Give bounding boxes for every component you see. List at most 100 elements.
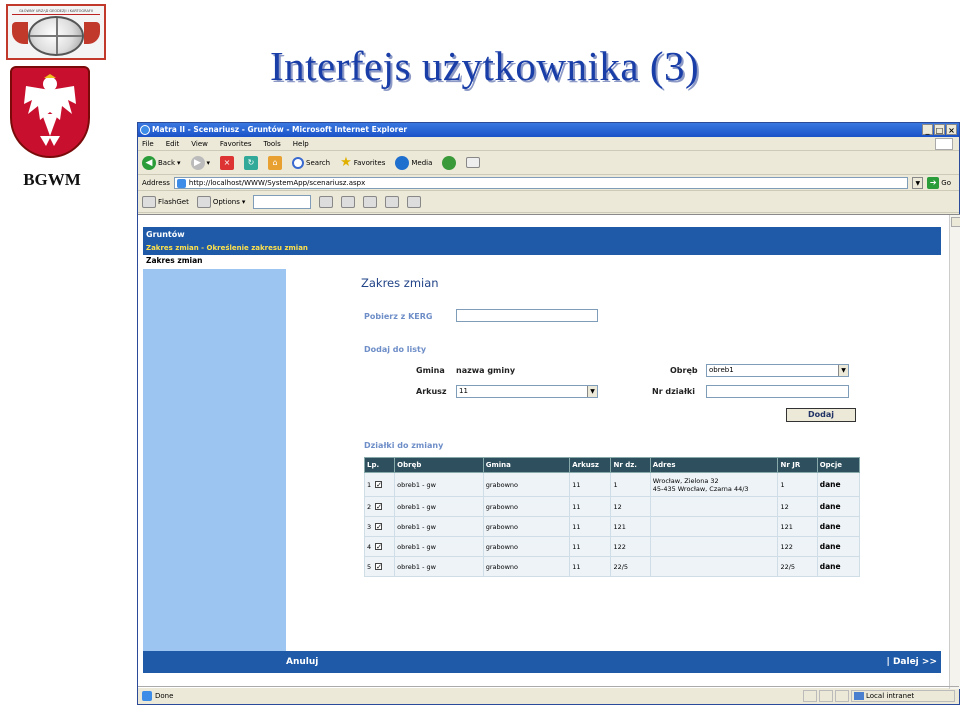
main-panel: Zakres zmian Pobierz z KERG Dodaj do lis… xyxy=(286,269,941,651)
kerg-label: Pobierz z KERG xyxy=(364,312,433,321)
flashget-input[interactable] xyxy=(253,194,312,209)
eagle-crest-icon xyxy=(10,66,90,158)
ie-icon xyxy=(140,125,150,135)
row-checkbox[interactable]: ✓ xyxy=(375,481,383,489)
copy-icon[interactable] xyxy=(363,195,378,208)
page-done-icon xyxy=(142,690,152,701)
back-button[interactable]: ◀ Back ▾ xyxy=(142,155,181,170)
search-icon xyxy=(292,156,305,169)
media-button[interactable]: Media xyxy=(395,155,432,170)
row-dane-link[interactable]: dane xyxy=(816,536,861,557)
mail-icon[interactable] xyxy=(466,157,481,168)
menu-edit[interactable]: Edit xyxy=(166,137,180,150)
address-dropdown-icon[interactable]: ▼ xyxy=(912,176,924,189)
forward-arrow-icon: ▶ xyxy=(190,155,205,170)
next-link[interactable]: | Dalej >> xyxy=(887,651,937,673)
window-title: Matra II - Scenariusz - Gruntów - Micros… xyxy=(152,125,408,134)
menu-favorites[interactable]: Favorites xyxy=(220,137,252,150)
row-dane-link[interactable]: dane xyxy=(816,556,861,577)
obreb-label: Obręb xyxy=(670,366,698,375)
row-checkbox[interactable]: ✓ xyxy=(375,503,383,511)
row-checkbox[interactable]: ✓ xyxy=(375,543,383,551)
col-obreb: Obręb xyxy=(394,457,484,473)
left-sidebar xyxy=(143,269,286,651)
section-heading: Zakres zmian xyxy=(146,256,203,265)
status-bar: Done Local intranet xyxy=(138,686,959,704)
search-button[interactable]: Search xyxy=(292,156,330,169)
back-arrow-icon: ◀ xyxy=(142,155,156,170)
add-button[interactable]: Dodaj xyxy=(786,408,856,422)
table-row: 3 ✓ obreb1 - gw grabowno 11 121 121 dane xyxy=(363,516,861,537)
org-label: BGWM xyxy=(23,170,81,189)
page-footer: Anuluj | Dalej >> xyxy=(143,651,941,673)
home-small-icon[interactable] xyxy=(407,195,422,208)
print-icon[interactable] xyxy=(385,195,400,208)
address-label: Address xyxy=(142,178,170,187)
window-titlebar[interactable]: Matra II - Scenariusz - Gruntów - Micros… xyxy=(138,123,959,137)
flashget-button[interactable]: FlashGet xyxy=(142,195,189,208)
header-title: Gruntów xyxy=(146,230,185,239)
arkusz-select[interactable]: 11 ▼ xyxy=(456,385,598,398)
forward-button[interactable]: ▶ ▾ xyxy=(190,155,210,170)
intranet-icon xyxy=(854,691,864,700)
options-button[interactable]: Options ▾ xyxy=(196,195,245,208)
logo-band: GŁÓWNY URZĄD GEODEZJI I KARTOGRAFII xyxy=(12,7,100,15)
status-text: Done xyxy=(155,691,174,700)
col-opcje: Opcje xyxy=(816,457,861,473)
col-gmina: Gmina xyxy=(482,457,571,473)
row-dane-link[interactable]: dane xyxy=(816,516,861,537)
row-checkbox[interactable]: ✓ xyxy=(375,523,383,531)
row-checkbox[interactable]: ✓ xyxy=(375,563,383,571)
minimize-button[interactable]: _ xyxy=(922,124,933,135)
gmina-value: nazwa gminy xyxy=(456,366,516,375)
table-row: 5 ✓ obreb1 - gw grabowno 11 22/5 22/5 dan… xyxy=(363,556,861,577)
obreb-select[interactable]: obreb1 ▼ xyxy=(706,364,849,377)
list-section-label: Działki do zmiany xyxy=(364,441,444,450)
cancel-link[interactable]: Anuluj xyxy=(286,651,318,673)
close-button[interactable]: × xyxy=(946,124,957,135)
table-row: 2 ✓ obreb1 - gw grabowno 11 12 12 dane xyxy=(363,496,861,517)
chevron-down-icon[interactable]: ▼ xyxy=(838,365,848,376)
chevron-down-icon[interactable]: ▼ xyxy=(587,386,597,397)
row-dane-link[interactable]: dane xyxy=(816,472,861,497)
history-icon[interactable] xyxy=(442,155,457,170)
security-zone: Local intranet xyxy=(851,689,955,702)
menu-help[interactable]: Help xyxy=(293,137,309,150)
slide-title: Interfejs użytkownika (3) xyxy=(270,43,700,89)
menu-view[interactable]: View xyxy=(191,137,208,150)
menu-bar: File Edit View Favorites Tools Help xyxy=(138,137,959,151)
windows-logo-icon xyxy=(935,138,953,150)
nrdz-label: Nr działki xyxy=(652,387,695,396)
go-button[interactable]: ➔ Go xyxy=(927,176,959,189)
stop-icon[interactable]: × xyxy=(220,155,235,170)
arkusz-label: Arkusz xyxy=(416,387,447,396)
standard-toolbar: ◀ Back ▾ ▶ ▾ × ↻ ⌂ Search ★ Favorites Medi… xyxy=(138,151,959,175)
grid-icon[interactable] xyxy=(341,195,356,208)
col-arkusz: Arkusz xyxy=(569,457,612,473)
favorites-button[interactable]: ★ Favorites xyxy=(340,155,385,170)
kerg-input[interactable] xyxy=(456,309,598,322)
flashget-toolbar: FlashGet Options ▾ xyxy=(138,191,959,213)
go-arrow-icon: ➔ xyxy=(927,176,940,189)
nrdz-input[interactable] xyxy=(706,385,849,398)
menu-tools[interactable]: Tools xyxy=(264,137,281,150)
globe-icon xyxy=(28,16,84,56)
refresh-icon[interactable]: ↻ xyxy=(244,155,259,170)
zoom-icon[interactable] xyxy=(319,195,334,208)
table-header-row: Lp. Obręb Gmina Arkusz Nr dz. Adres Nr J… xyxy=(363,457,861,473)
gugik-logo: GŁÓWNY URZĄD GEODEZJI I KARTOGRAFII xyxy=(6,4,106,60)
table-row: 1 ✓ obreb1 - gw grabowno 11 1 Wrocław, Zi… xyxy=(363,472,861,497)
col-adres: Adres xyxy=(649,457,779,473)
add-section-label: Dodaj do listy xyxy=(364,345,427,354)
menu-file[interactable]: File xyxy=(142,137,154,150)
address-input[interactable]: http://localhost/WWW/SystemApp/scenarius… xyxy=(173,176,909,189)
page-header: Gruntów Zakres zmian - Określenie zakres… xyxy=(143,227,941,255)
row-dane-link[interactable]: dane xyxy=(816,496,861,517)
obreb-select-value: obreb1 xyxy=(709,366,734,374)
vertical-scrollbar[interactable] xyxy=(949,215,960,689)
parcels-table: Lp. Obręb Gmina Arkusz Nr dz. Adres Nr J… xyxy=(363,457,861,577)
maximize-button[interactable]: □ xyxy=(934,124,945,135)
page-viewport: Gruntów Zakres zmian - Określenie zakres… xyxy=(138,214,960,689)
gmina-label: Gmina xyxy=(416,366,445,375)
home-icon[interactable]: ⌂ xyxy=(268,155,283,170)
